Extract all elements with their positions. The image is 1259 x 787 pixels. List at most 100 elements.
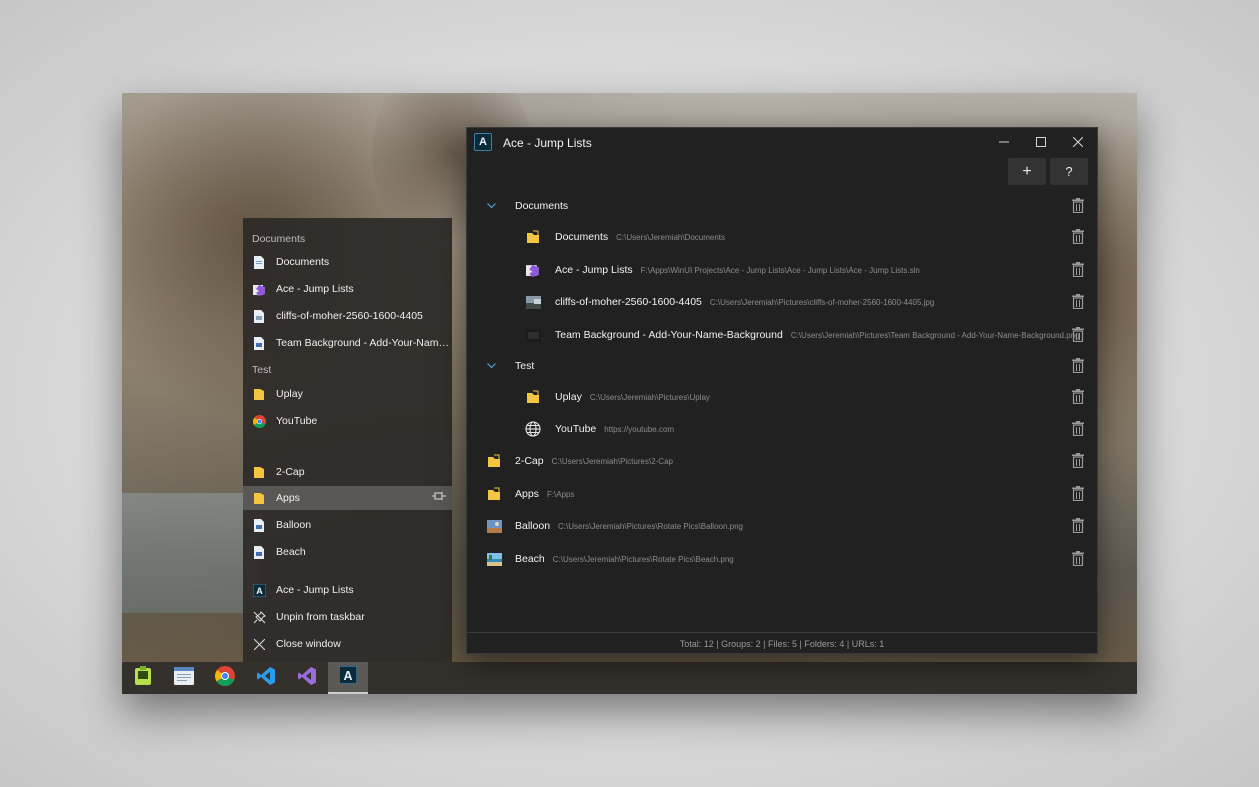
ace-app-icon: A (252, 583, 266, 597)
delete-icon[interactable] (1072, 262, 1086, 278)
unpin-item-icon[interactable] (432, 491, 446, 504)
visual-studio-solution-icon (525, 262, 541, 278)
item-name-and-path: YouTube https://youtube.com (555, 423, 674, 435)
item-row[interactable]: Documents C:\Users\Jeremiah\Documents (467, 221, 1097, 253)
item-name: Beach (515, 553, 545, 565)
delete-icon[interactable] (1072, 198, 1086, 214)
group-name: Test (515, 360, 535, 372)
maximize-button[interactable] (1022, 128, 1059, 156)
close-button[interactable] (1059, 128, 1096, 156)
item-path: C:\Users\Jeremiah\Documents (616, 233, 726, 242)
item-row[interactable]: Uplay C:\Users\Jeremiah\Pictures\Uplay (467, 381, 1097, 413)
tasks-app-icon (134, 665, 152, 691)
taskbar-app-chrome[interactable] (205, 662, 245, 694)
item-row[interactable]: Ace - Jump Lists F:\Apps\WinUI Projects\A… (467, 254, 1097, 286)
taskbar-jump-list: Documents Documents Ace - Jump Lists cli… (243, 218, 452, 662)
taskbar-app-notepad[interactable] (164, 662, 204, 694)
notepad-icon (174, 666, 194, 690)
jump-list-task-close-window[interactable]: Close window (243, 632, 452, 656)
item-name-and-path: 2-Cap C:\Users\Jeremiah\Pictures\2-Cap (515, 455, 673, 467)
jump-list-item[interactable]: Documents (243, 250, 452, 274)
jump-list-pinned-item[interactable]: 2-Cap (243, 460, 452, 484)
item-name: Balloon (515, 520, 551, 532)
jump-list-task-unpin[interactable]: Unpin from taskbar (243, 605, 452, 629)
delete-icon[interactable] (1072, 486, 1086, 502)
jump-list-group-header: Documents (252, 233, 306, 245)
item-row[interactable]: YouTube https://youtube.com (467, 413, 1097, 445)
title-bar[interactable]: A Ace - Jump Lists (467, 128, 1097, 156)
visual-studio-icon (297, 666, 317, 691)
item-path: C:\Users\Jeremiah\Pictures\Uplay (589, 393, 710, 402)
status-bar: Total: 12 | Groups: 2 | Files: 5 | Folde… (467, 632, 1097, 654)
jump-list-group-header: Test (252, 364, 272, 376)
jump-list-task-open-app[interactable]: A Ace - Jump Lists (243, 578, 452, 602)
delete-icon[interactable] (1072, 358, 1086, 374)
jump-list-item-label: Apps (276, 492, 300, 504)
item-path: https://youtube.com (604, 425, 675, 434)
item-name-and-path: Beach C:\Users\Jeremiah\Pictures\Rotate P… (515, 553, 734, 565)
jump-list-item-label: Ace - Jump Lists (276, 584, 354, 596)
add-item-button[interactable]: + (1008, 158, 1046, 185)
taskbar-app-ace-jump-lists[interactable]: A (328, 662, 368, 694)
item-name-and-path: Balloon C:\Users\Jeremiah\Pictures\Rotate… (515, 520, 743, 532)
item-name: cliffs-of-moher-2560-1600-4405 (555, 296, 702, 308)
jump-list-item[interactable]: Uplay (243, 382, 452, 406)
jump-list-pinned-item[interactable]: Beach (243, 540, 452, 564)
jump-list-item-label: Balloon (276, 519, 312, 531)
image-thumbnail-icon (525, 327, 541, 343)
item-row[interactable]: 2-Cap C:\Users\Jeremiah\Pictures\2-Cap (467, 445, 1097, 477)
document-icon (252, 545, 266, 559)
delete-icon[interactable] (1072, 551, 1086, 567)
document-icon (252, 309, 266, 323)
folder-icon (252, 387, 266, 401)
delete-icon[interactable] (1072, 453, 1086, 469)
folder-icon (486, 453, 502, 469)
document-icon (252, 255, 266, 269)
help-button[interactable]: ? (1050, 158, 1088, 185)
delete-icon[interactable] (1072, 518, 1086, 534)
chevron-down-icon[interactable] (487, 201, 496, 211)
chrome-icon (252, 414, 266, 428)
item-name: 2-Cap (515, 455, 544, 467)
item-row[interactable]: Balloon C:\Users\Jeremiah\Pictures\Rotate… (467, 510, 1097, 542)
svg-text:A: A (256, 586, 263, 596)
item-path: F:\Apps (546, 490, 575, 499)
item-name-and-path: Team Background - Add-Your-Name-Backgrou… (555, 329, 1080, 341)
jump-list-item[interactable]: cliffs-of-moher-2560-1600-4405 (243, 304, 452, 328)
chevron-down-icon[interactable] (487, 361, 496, 371)
delete-icon[interactable] (1072, 389, 1086, 405)
jump-list-item-label: Ace - Jump Lists (276, 283, 354, 295)
visual-studio-solution-icon (252, 282, 266, 296)
item-name: Uplay (555, 391, 582, 403)
item-name: YouTube (555, 423, 597, 435)
taskbar-app-vscode[interactable] (246, 662, 286, 694)
item-path: C:\Users\Jeremiah\Pictures\Rotate Pics\B… (552, 555, 734, 564)
item-row[interactable]: Apps F:\Apps (467, 478, 1097, 510)
jump-list-item[interactable]: YouTube (243, 409, 452, 433)
item-name: Documents (555, 231, 609, 243)
delete-icon[interactable] (1072, 229, 1086, 245)
window-title: Ace - Jump Lists (503, 136, 592, 150)
jump-list-item-label: Team Background - Add-Your-Name-B... (276, 337, 451, 349)
jump-list-item[interactable]: Team Background - Add-Your-Name-B... (243, 331, 452, 355)
folder-icon (525, 389, 541, 405)
item-name: Apps (515, 488, 539, 500)
taskbar-app-visual-studio[interactable] (287, 662, 327, 694)
maximize-icon (1035, 137, 1046, 147)
taskbar-app-tasks[interactable] (123, 662, 163, 694)
jump-list-pinned-item[interactable]: Apps (243, 486, 452, 510)
delete-icon[interactable] (1072, 421, 1086, 437)
group-row-test[interactable]: Test (467, 350, 1097, 382)
item-name-and-path: Documents C:\Users\Jeremiah\Documents (555, 231, 725, 243)
delete-icon[interactable] (1072, 294, 1086, 310)
group-row-documents[interactable]: Documents (467, 190, 1097, 222)
jump-list-item-label: cliffs-of-moher-2560-1600-4405 (276, 310, 423, 322)
delete-icon[interactable] (1072, 327, 1086, 343)
jump-list-pinned-item[interactable]: Balloon (243, 513, 452, 537)
item-row[interactable]: cliffs-of-moher-2560-1600-4405 C:\Users\J… (467, 286, 1097, 318)
item-row[interactable]: Team Background - Add-Your-Name-Backgrou… (467, 319, 1097, 351)
minimize-button[interactable] (985, 128, 1022, 156)
image-thumbnail-icon (486, 518, 502, 534)
item-row[interactable]: Beach C:\Users\Jeremiah\Pictures\Rotate P… (467, 543, 1097, 575)
jump-list-item[interactable]: Ace - Jump Lists (243, 277, 452, 301)
